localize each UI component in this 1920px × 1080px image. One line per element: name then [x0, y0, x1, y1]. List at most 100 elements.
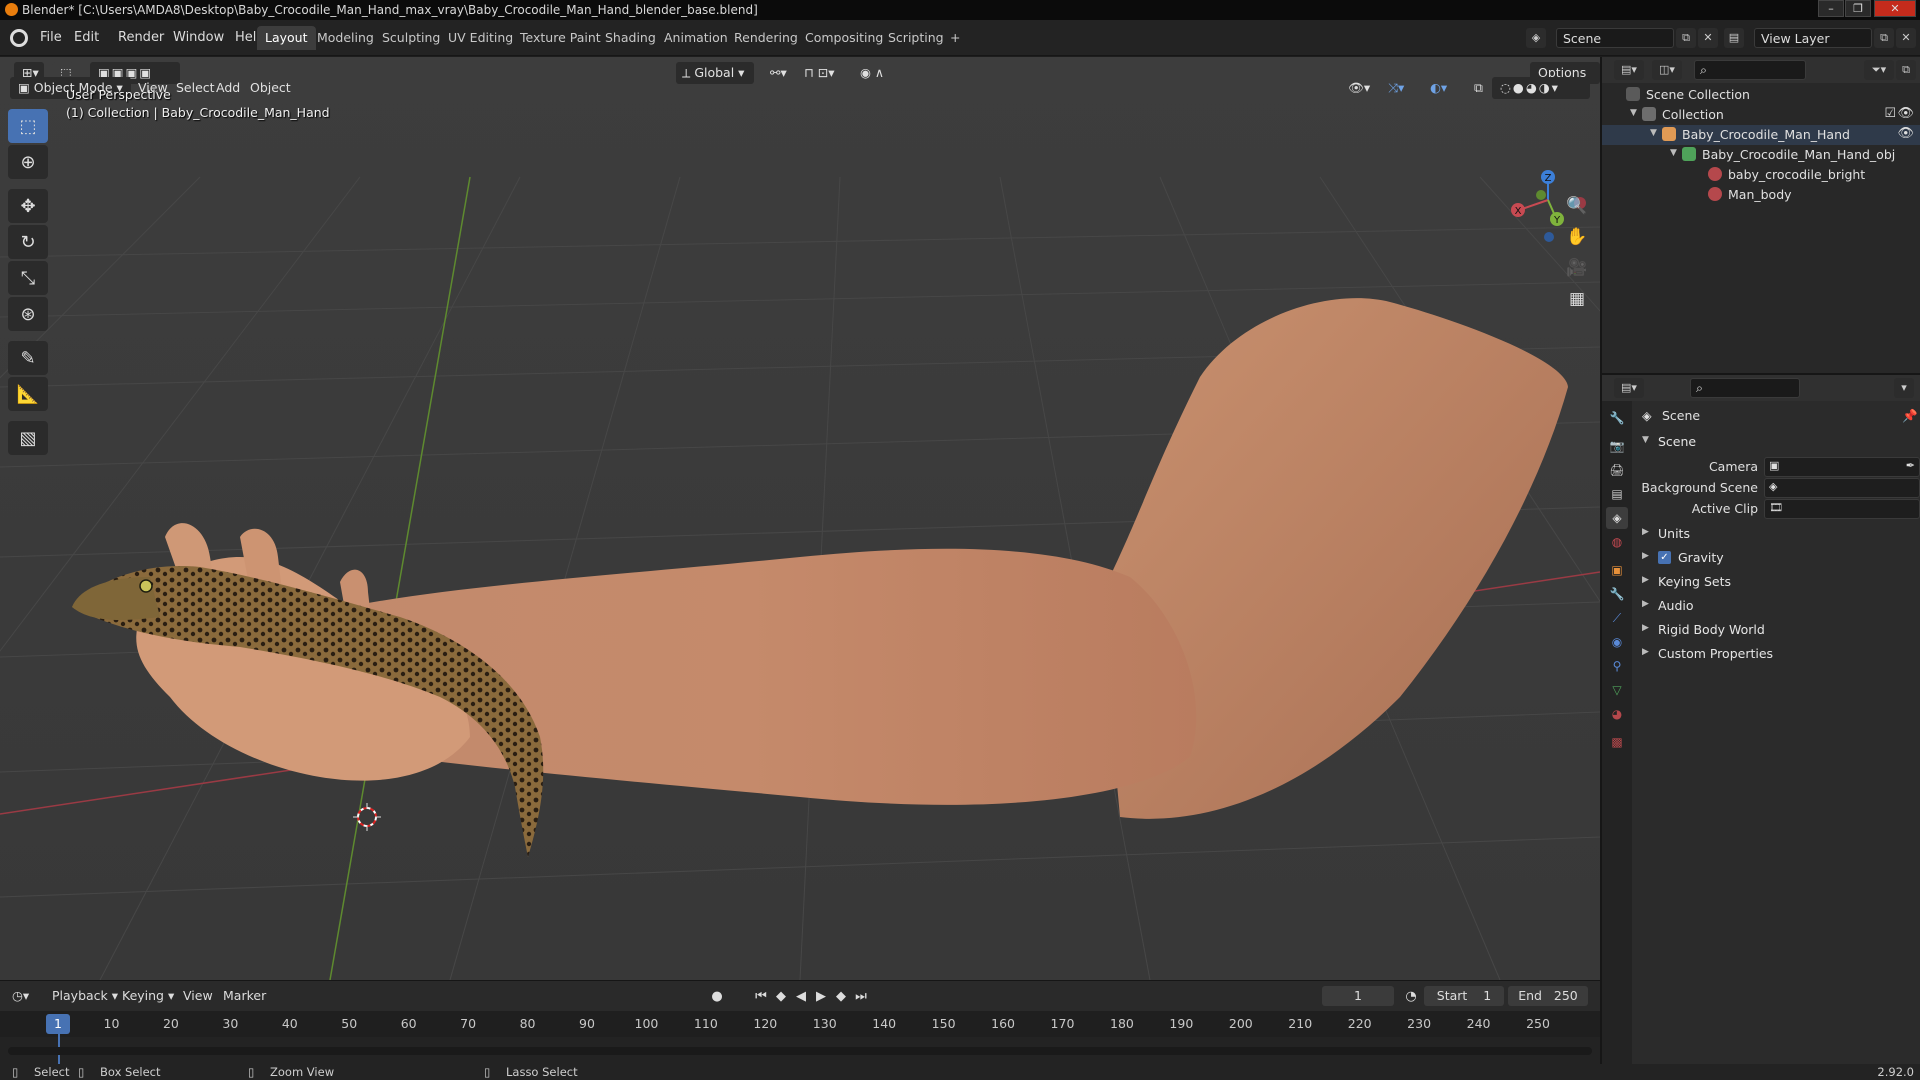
timeline-menu-keying[interactable]: Keying ▾ — [122, 988, 174, 1003]
add-cube-tool-icon[interactable]: ▧ — [8, 421, 48, 455]
viewport-menu-object[interactable]: Object — [242, 77, 299, 99]
constraints-tab-icon[interactable]: ⚲ — [1606, 655, 1628, 677]
modifier-tab-icon[interactable]: 🔧 — [1606, 583, 1628, 605]
snap-toggle-icon[interactable]: ⊓ ⊡▾ — [796, 62, 842, 84]
units-panel-header[interactable]: ▶ Units — [1636, 523, 1918, 545]
viewport-3d[interactable]: Z X Y ⊞▾ ⬚ ▣▣▣▣ ⟂ Global ▾ ⚯▾ ⊓ ⊡▾ ◉ ∧ O… — [0, 57, 1600, 980]
zoom-icon[interactable]: 🔍 — [1562, 192, 1592, 220]
expand-triangle-icon[interactable]: ▼ — [1670, 148, 1677, 158]
expand-triangle-icon[interactable]: ▼ — [1650, 128, 1657, 138]
delete-scene-icon[interactable]: ✕ — [1698, 28, 1718, 48]
render-tab-icon[interactable]: 📷 — [1606, 435, 1628, 457]
next-keyframe-icon[interactable]: ◆ — [832, 988, 850, 1006]
tab-scripting[interactable]: Scripting — [880, 26, 952, 50]
active-clip-field[interactable]: 🎞 — [1764, 499, 1920, 519]
timeline-menu-view[interactable]: View — [183, 988, 213, 1003]
minimize-icon[interactable]: – — [1818, 0, 1844, 17]
xray-toggle-icon[interactable]: ⧉ — [1466, 77, 1491, 99]
physics-tab-icon[interactable]: ◉ — [1606, 631, 1628, 653]
prev-keyframe-icon[interactable]: ◆ — [772, 988, 790, 1006]
filter-icon[interactable]: ⏷▾ — [1864, 60, 1894, 80]
menu-file[interactable]: File — [34, 28, 68, 47]
scene-panel-header[interactable]: ▼ Scene — [1636, 431, 1918, 453]
view-layer-name-field[interactable]: View Layer — [1754, 28, 1872, 48]
camera-view-icon[interactable]: 🎥 — [1562, 254, 1592, 282]
pin-icon[interactable]: 📌 — [1902, 408, 1918, 424]
texture-tab-icon[interactable]: ▩ — [1606, 731, 1628, 753]
tab-modeling[interactable]: Modeling — [309, 26, 382, 50]
object-tab-icon[interactable]: ▣ — [1606, 559, 1628, 581]
record-icon[interactable]: ● — [708, 988, 726, 1006]
outliner-row-mesh[interactable]: ▼ Baby_Crocodile_Man_Hand_obj — [1602, 145, 1920, 165]
overlay-toggle-icon[interactable]: ◐▾ — [1422, 77, 1455, 99]
close-icon[interactable]: ✕ — [1874, 0, 1916, 17]
visibility-icon[interactable]: 👁▾ — [1340, 77, 1378, 99]
eyedropper-icon[interactable]: ✒ — [1906, 459, 1915, 472]
blender-logo-icon[interactable] — [10, 29, 28, 47]
delete-view-layer-icon[interactable]: ✕ — [1896, 28, 1916, 48]
gizmo-toggle-icon[interactable]: ⤨▾ — [1380, 77, 1412, 99]
properties-editor-type-icon[interactable]: ▤▾ — [1614, 378, 1644, 398]
outliner-row-collection[interactable]: ▼ Collection ☑ 👁 — [1602, 105, 1920, 125]
outliner-row-scene-collection[interactable]: Scene Collection — [1602, 85, 1920, 105]
maximize-icon[interactable]: ❐ — [1845, 0, 1871, 17]
outliner-editor-type-icon[interactable]: ▤▾ — [1614, 60, 1644, 80]
eye-icon[interactable]: 👁 — [1897, 106, 1914, 121]
jump-start-icon[interactable]: ⏮ — [752, 988, 770, 1006]
annotate-tool-icon[interactable]: ✎ — [8, 341, 48, 375]
gravity-panel-header[interactable]: ▶ ✓ Gravity — [1636, 547, 1918, 569]
expand-triangle-icon[interactable]: ▼ — [1630, 108, 1637, 118]
output-tab-icon[interactable]: 🖨 — [1606, 459, 1628, 481]
tab-rendering[interactable]: Rendering — [726, 26, 806, 50]
menu-window[interactable]: Window — [167, 28, 230, 47]
jump-end-icon[interactable]: ⏭ — [852, 988, 870, 1006]
cursor-tool-icon[interactable]: ⊕ — [8, 145, 48, 179]
preview-range-icon[interactable]: ◔ — [1402, 988, 1420, 1006]
view-layer-browse-icon[interactable]: ▤ — [1724, 28, 1744, 48]
scene-browse-icon[interactable]: ◈ — [1526, 28, 1546, 48]
rigid-body-world-panel-header[interactable]: ▶ Rigid Body World — [1636, 619, 1918, 641]
scale-tool-icon[interactable]: ⤡ — [8, 261, 48, 295]
data-tab-icon[interactable]: ▽ — [1606, 679, 1628, 701]
menu-edit[interactable]: Edit — [68, 28, 105, 47]
transform-orientation-dropdown[interactable]: ⟂ Global ▾ — [676, 62, 754, 84]
new-view-layer-icon[interactable]: ⧉ — [1874, 28, 1894, 48]
properties-options-icon[interactable]: ▾ — [1894, 378, 1914, 398]
tab-texture-paint[interactable]: Texture Paint — [512, 26, 609, 50]
pivot-point-icon[interactable]: ⚯▾ — [762, 62, 795, 84]
frame-ruler[interactable]: 10 20 30 40 50 60 70 80 90 100 110 120 130 140 150 160 1… — [0, 1011, 1600, 1037]
menu-render[interactable]: Render — [112, 28, 170, 47]
tab-sculpting[interactable]: Sculpting — [374, 26, 448, 50]
scene-name-field[interactable]: Scene — [1556, 28, 1674, 48]
perspective-toggle-icon[interactable]: ▦ — [1562, 285, 1592, 313]
timeline-scrollbar[interactable] — [8, 1047, 1592, 1055]
gravity-checkbox[interactable]: ✓ — [1658, 551, 1671, 564]
pan-hand-icon[interactable]: ✋ — [1562, 223, 1592, 251]
proportional-editing-icon[interactable]: ◉ ∧ — [852, 62, 892, 84]
exclude-checkbox-icon[interactable]: ☑ — [1884, 106, 1896, 121]
tab-layout[interactable]: Layout — [257, 26, 316, 50]
properties-search-input[interactable]: ⌕ — [1690, 378, 1800, 398]
custom-properties-panel-header[interactable]: ▶ Custom Properties — [1636, 643, 1918, 665]
timeline-menu-marker[interactable]: Marker — [223, 988, 266, 1003]
shading-mode-buttons[interactable]: ◌●◕◑▾ — [1492, 77, 1590, 99]
particles-tab-icon[interactable]: ⟋ — [1606, 607, 1628, 629]
tool-tab-icon[interactable]: 🔧 — [1606, 407, 1628, 429]
view-layer-tab-icon[interactable]: ▤ — [1606, 483, 1628, 505]
outliner-row-material[interactable]: Man_body — [1602, 185, 1920, 205]
move-tool-icon[interactable]: ✥ — [8, 189, 48, 223]
new-collection-icon[interactable]: ⧉ — [1896, 60, 1916, 80]
outliner-search-input[interactable]: ⌕ — [1694, 60, 1806, 80]
background-scene-field[interactable]: ◈ — [1764, 478, 1920, 498]
new-scene-icon[interactable]: ⧉ — [1676, 28, 1696, 48]
end-frame-field[interactable]: End 250 — [1508, 986, 1588, 1006]
timeline-editor-type-icon[interactable]: ◷▾ — [12, 988, 29, 1003]
outliner-row-material[interactable]: baby_crocodile_bright — [1602, 165, 1920, 185]
tab-uv-editing[interactable]: UV Editing — [440, 26, 521, 50]
camera-field[interactable]: ▣ ✒ — [1764, 457, 1920, 477]
measure-tool-icon[interactable]: 📐 — [8, 377, 48, 411]
add-workspace-button[interactable]: + — [942, 26, 968, 50]
tab-animation[interactable]: Animation — [656, 26, 736, 50]
world-tab-icon[interactable]: ◍ — [1606, 531, 1628, 553]
select-box-tool-icon[interactable]: ⬚ — [8, 109, 48, 143]
